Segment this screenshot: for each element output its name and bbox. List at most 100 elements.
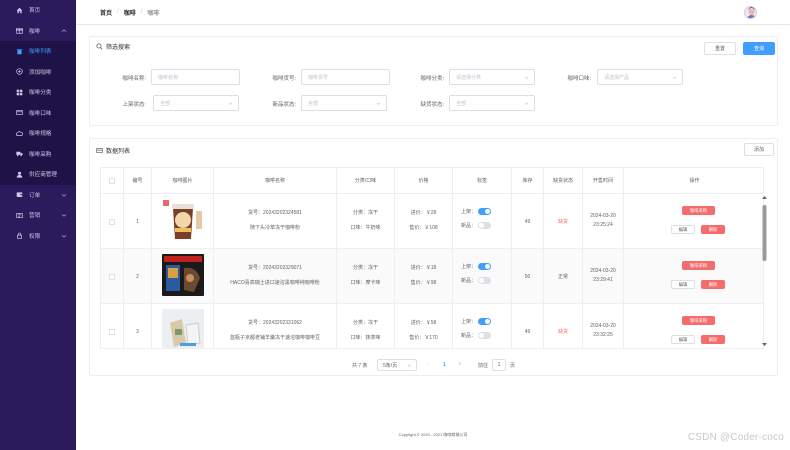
- watermark-text: CSDN @Coder-coco: [687, 432, 784, 443]
- chevron-down-icon: [524, 75, 529, 80]
- filter-card-header: 筛选搜索: [90, 37, 777, 55]
- coffee-category-select[interactable]: 请选择分类: [449, 69, 535, 85]
- stock-status-cell: 正常: [544, 249, 583, 304]
- shelf-toggle[interactable]: [478, 263, 492, 270]
- delete-button[interactable]: 删除: [701, 225, 725, 234]
- add-button[interactable]: 添加: [744, 143, 774, 156]
- new-toggle[interactable]: [478, 332, 492, 339]
- shelf-label: 上架：: [461, 264, 477, 270]
- sidebar-item-home[interactable]: 首页: [0, 0, 76, 21]
- sidebar-item-coffee-list[interactable]: 咖啡列表: [0, 41, 76, 62]
- coffee-name-label: 咖啡名称:: [122, 76, 146, 82]
- query-button[interactable]: 查询: [743, 42, 775, 55]
- table-row: 2 货号：20243202329071 HACO喜高瑞士进口速溶黑咖啡纯咖啡粉: [101, 249, 763, 304]
- product-image: [162, 309, 204, 348]
- lock-icon: [15, 232, 23, 240]
- reset-button[interactable]: 重置: [704, 42, 736, 55]
- new-toggle[interactable]: [478, 277, 492, 284]
- edit-button[interactable]: 编辑: [671, 335, 695, 344]
- column-header: 咖啡图片: [152, 168, 214, 194]
- data-table: 编号 咖啡图片 咖啡名称 分类/口味 价格 标签 库存 缺货状态 开售时间 操作…: [100, 167, 764, 349]
- goto-page-value: 1: [497, 362, 501, 368]
- id-cell: 2: [124, 249, 152, 304]
- sidebar-item-order[interactable]: 订单: [0, 185, 76, 206]
- sidebar-item-coffee-category[interactable]: 咖啡分类: [0, 82, 76, 103]
- filter-title: 筛选搜索: [106, 44, 131, 51]
- sidebar-item-supplier[interactable]: 供应商管理: [0, 164, 76, 185]
- purchase-button[interactable]: 咖啡采购: [682, 206, 715, 215]
- row-checkbox[interactable]: [109, 218, 115, 225]
- new-toggle[interactable]: [478, 222, 492, 229]
- coffee-flavor-select[interactable]: 请选择产品: [597, 69, 683, 85]
- row-checkbox[interactable]: [109, 328, 115, 335]
- prev-page-button[interactable]: ‹: [427, 361, 429, 367]
- sidebar-item-coffee-spec[interactable]: 咖啡规格: [0, 123, 76, 144]
- id-cell: 3: [124, 304, 152, 348]
- delete-button[interactable]: 删除: [701, 280, 725, 289]
- shelf-toggle[interactable]: [478, 318, 492, 325]
- next-page-button[interactable]: ›: [459, 361, 461, 367]
- row-checkbox[interactable]: [109, 273, 115, 280]
- coffee-name-input[interactable]: 咖啡名称: [151, 69, 240, 85]
- sidebar-item-label: 咖啡分类: [29, 90, 52, 97]
- breadcrumb-separator: /: [140, 9, 143, 15]
- avatar[interactable]: [744, 6, 757, 19]
- trash-icon: [15, 47, 23, 55]
- column-header: 标签: [453, 168, 512, 194]
- placeholder-text: 请选择分类: [456, 74, 482, 81]
- table-scrollbar[interactable]: [761, 195, 768, 346]
- image-cell: [152, 304, 214, 348]
- chevron-down-icon: [407, 364, 412, 367]
- stock-status-cell: 缺货: [544, 194, 583, 249]
- sidebar-item-add-coffee[interactable]: 添加咖啡: [0, 61, 76, 82]
- data-list-header: 数据列表: [90, 139, 777, 161]
- coffee-sku-input[interactable]: 咖啡货号: [301, 69, 390, 85]
- breadcrumb-item[interactable]: 咖啡: [124, 8, 136, 17]
- placeholder-text: 全部: [308, 100, 319, 107]
- sku-text: 货号：20243202331062: [248, 320, 302, 326]
- new-toggle-row: 新品：: [461, 332, 492, 339]
- purchase-button[interactable]: 咖啡采购: [682, 261, 715, 270]
- sidebar-item-coffee-flavor[interactable]: 咖啡口味: [0, 102, 76, 123]
- column-header: 库存: [512, 168, 544, 194]
- circle-plus-icon: [15, 68, 23, 76]
- edit-button[interactable]: 编辑: [671, 225, 695, 234]
- chevron-down-icon: [61, 233, 67, 239]
- shelf-toggle[interactable]: [478, 208, 492, 215]
- new-status-select[interactable]: 全部: [301, 95, 387, 111]
- price-cell: 进价：￥28 售价：￥108: [395, 194, 453, 249]
- edit-button[interactable]: 编辑: [671, 280, 695, 289]
- coffee-sku-label: 咖啡货号:: [272, 76, 296, 82]
- purchase-button[interactable]: 咖啡采购: [682, 316, 715, 325]
- sidebar-item-coffee[interactable]: 咖啡: [0, 21, 76, 42]
- breadcrumb-item[interactable]: 首页: [100, 8, 112, 17]
- top-header: 首页 / 咖啡 / 咖啡: [76, 0, 790, 25]
- sidebar-item-coffee-purchase[interactable]: 咖啡采购: [0, 143, 76, 164]
- page-size-select[interactable]: 5条/页: [377, 359, 417, 371]
- placeholder-text: 咖啡名称: [158, 74, 179, 81]
- sale-time: 23:25:24: [593, 222, 613, 228]
- delete-button[interactable]: 删除: [701, 335, 725, 344]
- sale-date: 2024-03-20: [590, 213, 616, 219]
- select-all-checkbox[interactable]: [109, 177, 115, 184]
- row-checkbox-cell: [101, 304, 124, 348]
- placeholder-text: 全部: [456, 100, 467, 107]
- data-list-title: 数据列表: [106, 148, 131, 155]
- category-text: 分类：冻干: [352, 265, 378, 271]
- page-suffix: 页: [510, 363, 516, 369]
- sidebar-item-permission[interactable]: 权限: [0, 226, 76, 247]
- wallet-icon: [15, 191, 23, 199]
- goto-page-input[interactable]: 1: [492, 359, 506, 371]
- shelf-status-select[interactable]: 全部: [153, 95, 239, 111]
- page-number-current[interactable]: 1: [443, 362, 446, 368]
- sale-time-cell: 2024-03-20 23:25:24: [583, 194, 624, 249]
- stock-status-select[interactable]: 全部: [449, 95, 535, 111]
- product-name: 随下头冷萃冻干咖啡粉: [249, 225, 300, 231]
- new-toggle-row: 新品：: [461, 222, 492, 229]
- chevron-down-icon: [61, 212, 67, 218]
- product-name: 蓝瓶子京都老铺羊羹冻干速溶咖啡咖啡豆: [229, 335, 320, 341]
- sidebar-item-marketing[interactable]: 营销: [0, 205, 76, 226]
- placeholder-text: 全部: [160, 100, 171, 107]
- tag-cell: 上架： 新品：: [453, 194, 512, 249]
- shelf-toggle-row: 上架：: [461, 208, 492, 215]
